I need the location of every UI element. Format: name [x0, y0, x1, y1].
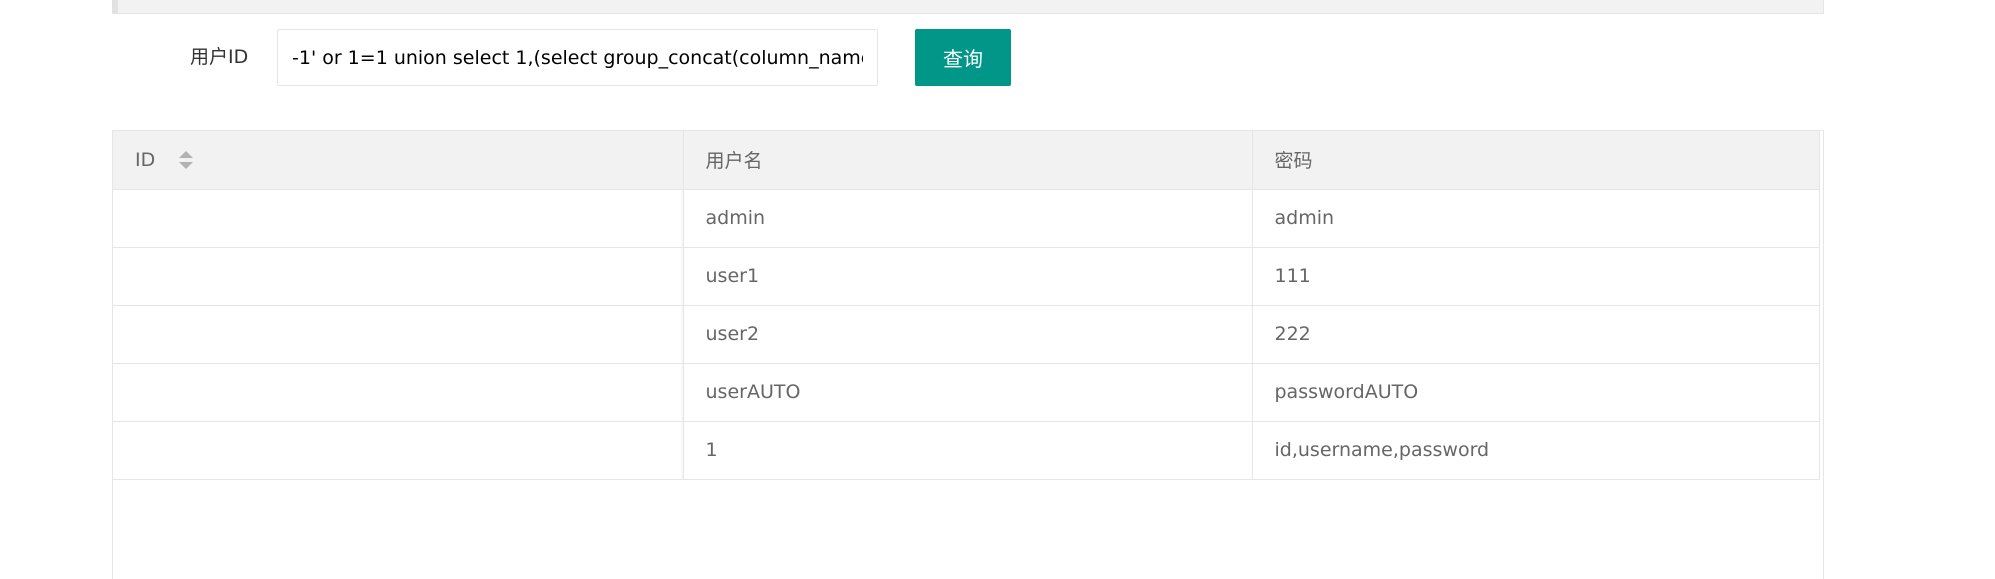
table-cell-password: passwordAUTO: [1252, 363, 1820, 422]
results-table-panel: ID 用户名 密码 admin admin user1 111 user2 22…: [112, 130, 1824, 579]
table-cell-username: userAUTO: [683, 363, 1253, 422]
table-header-row: ID 用户名 密码: [113, 131, 1820, 190]
column-header-password: 密码: [1252, 131, 1820, 190]
table-cell-username: user1: [683, 247, 1253, 306]
table-row: 1 id,username,password: [113, 421, 1820, 480]
search-form: 用户ID 查询: [0, 29, 1100, 86]
sort-icon[interactable]: [179, 150, 194, 170]
query-button[interactable]: 查询: [915, 29, 1011, 86]
table-cell-username: user2: [683, 305, 1253, 364]
table-row: admin admin: [113, 189, 1820, 248]
table-row: user1 111: [113, 247, 1820, 306]
table-cell-id: [113, 189, 684, 248]
table-cell-id: [113, 421, 684, 480]
results-table: ID 用户名 密码 admin admin user1 111 user2 22…: [113, 131, 1820, 480]
table-cell-password: 111: [1252, 247, 1820, 306]
page: 用户ID 查询 ID 用户名: [0, 0, 1995, 579]
table-cell-password: admin: [1252, 189, 1820, 248]
top-panel-edge: [112, 0, 1824, 14]
table-cell-username: 1: [683, 421, 1253, 480]
table-row: userAUTO passwordAUTO: [113, 363, 1820, 422]
column-header-label: 密码: [1274, 150, 1313, 173]
table-cell-username: admin: [683, 189, 1253, 248]
column-header-username: 用户名: [683, 131, 1253, 190]
column-header-label: ID: [135, 148, 156, 171]
table-cell-id: [113, 363, 684, 422]
table-cell-id: [113, 247, 684, 306]
column-header-label: 用户名: [705, 150, 763, 173]
table-row: user2 222: [113, 305, 1820, 364]
user-id-label: 用户ID: [190, 46, 249, 68]
table-cell-password: 222: [1252, 305, 1820, 364]
table-cell-password: id,username,password: [1252, 421, 1820, 480]
user-id-input[interactable]: [277, 29, 878, 86]
table-cell-id: [113, 305, 684, 364]
column-header-id[interactable]: ID: [113, 131, 684, 190]
